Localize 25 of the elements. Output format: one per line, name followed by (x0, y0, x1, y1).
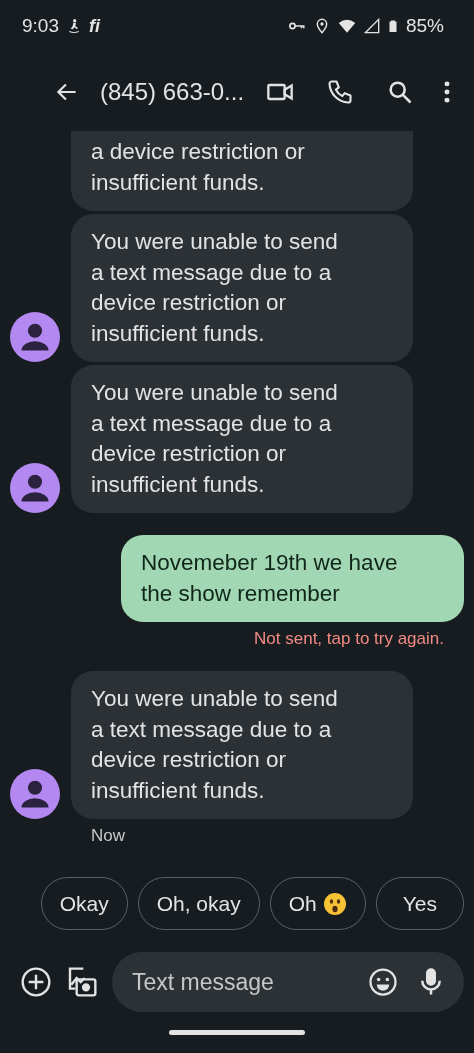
signal-icon (363, 17, 380, 35)
battery-percent: 85% (405, 15, 444, 37)
contact-title[interactable]: (845) 663-0... (100, 78, 266, 106)
clock-time: 9:03 (22, 15, 59, 37)
avatar-icon[interactable] (10, 769, 60, 819)
gallery-camera-icon[interactable] (66, 966, 98, 998)
message-bubble[interactable]: You were unable to send a text message due to a device restriction or insufficient funds. (71, 214, 413, 362)
message-bubble[interactable]: You were unable to send a text message due to a device restriction or insufficient funds. (71, 671, 413, 819)
emoji-smiley-icon[interactable] (368, 967, 398, 997)
message-bubble[interactable]: Novemeber 19th we have the show remember (121, 535, 464, 622)
avatar-icon[interactable] (10, 463, 60, 513)
wifi-icon (336, 17, 357, 35)
message-time: Now (91, 826, 126, 846)
carrier-logo: fi (89, 15, 100, 37)
text-message-field[interactable]: Text message (130, 967, 350, 997)
astonished-emoji-icon (322, 891, 347, 916)
figure-icon (66, 17, 82, 35)
search-icon[interactable] (386, 78, 414, 106)
avatar-icon[interactable] (10, 312, 60, 362)
phone-icon[interactable] (326, 78, 354, 106)
message-bubble[interactable]: a device restriction or insufficient funds. (71, 131, 413, 211)
message-composer-bar[interactable]: Text message (112, 952, 464, 1012)
message-bubble[interactable]: You were unable to send a text message due to a device restriction or insufficient funds. (71, 365, 413, 513)
send-error-text[interactable]: Not sent, tap to try again. (254, 629, 444, 649)
add-circle-icon[interactable] (20, 966, 52, 998)
